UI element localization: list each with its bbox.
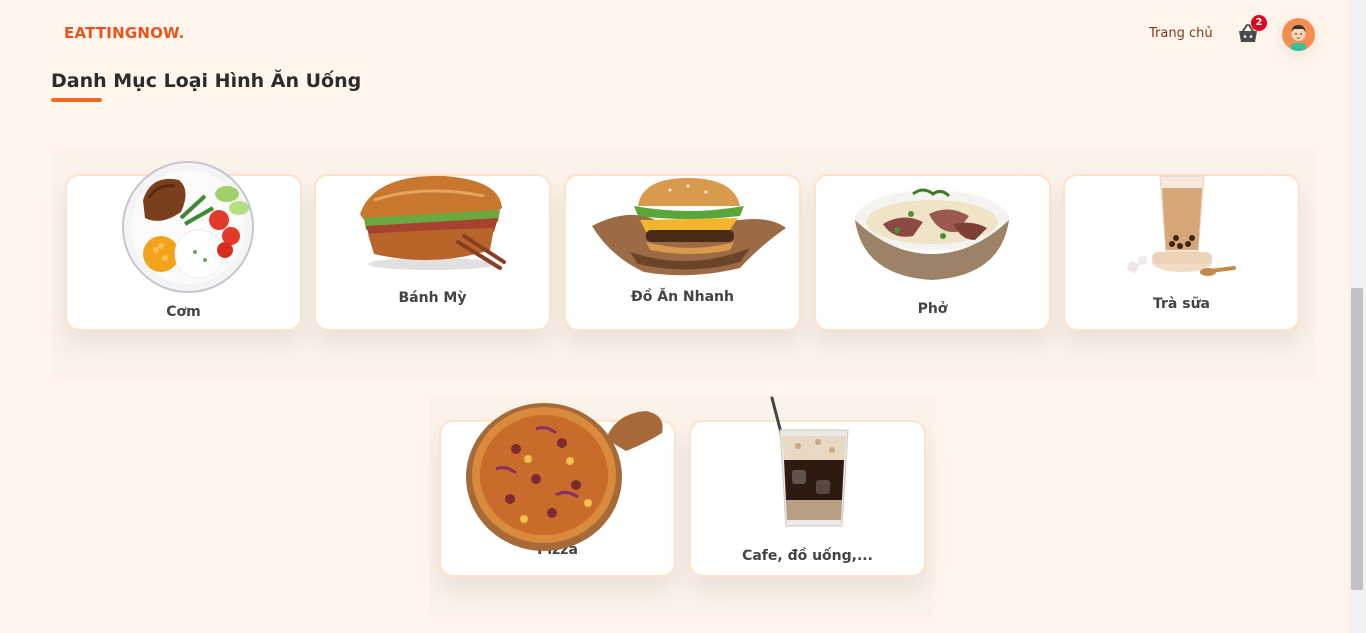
banh-mi-image bbox=[360, 175, 506, 270]
brand-logo[interactable]: EATTINGNOW. bbox=[64, 24, 184, 42]
user-avatar-icon bbox=[1282, 18, 1315, 51]
milk-tea-image bbox=[1127, 175, 1236, 276]
burger-image bbox=[592, 178, 786, 276]
page-title: Danh Mục Loại Hình Ăn Uống bbox=[51, 70, 362, 92]
category-label: Phở bbox=[917, 301, 948, 317]
scrollbar-thumb[interactable] bbox=[1351, 288, 1363, 590]
page: EATTINGNOW. Trang chủ 2 Danh Mục Loại Hì… bbox=[0, 0, 1366, 633]
cart-count-badge: 2 bbox=[1251, 15, 1267, 31]
title-underline bbox=[51, 98, 102, 102]
com-tam-plate-image bbox=[122, 161, 254, 293]
category-label: Cafe, đồ uống,... bbox=[742, 548, 873, 564]
pizza-image bbox=[466, 403, 663, 551]
iced-coffee-image bbox=[770, 396, 849, 527]
user-avatar[interactable] bbox=[1282, 18, 1315, 51]
category-label: Đồ Ăn Nhanh bbox=[631, 289, 734, 305]
pho-bowl-image bbox=[855, 188, 1009, 280]
category-label: Trà sữa bbox=[1153, 296, 1210, 312]
category-label: Bánh Mỳ bbox=[398, 290, 467, 306]
category-label: Cơm bbox=[166, 304, 201, 320]
nav-home-link[interactable]: Trang chủ bbox=[1149, 26, 1213, 41]
